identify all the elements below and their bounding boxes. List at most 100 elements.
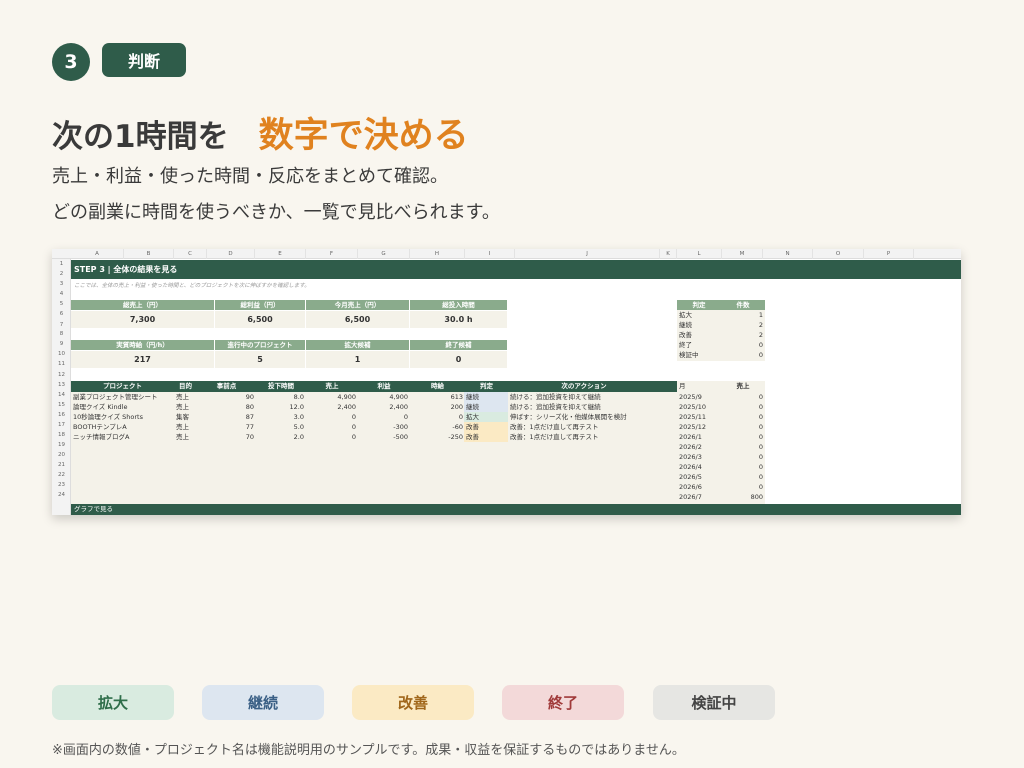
row-number-5[interactable]: 5 [52,301,71,307]
kpi-bottom-value-0: 217 [71,351,214,368]
column-header-A[interactable]: A [71,249,124,259]
project-hours: 2.0 [293,433,304,441]
row-number-18[interactable]: 18 [52,432,71,438]
judge-label: 検証中 [679,351,699,359]
column-header-row: ABCDEFGHIJKLMNOP [52,249,961,259]
project-hours: 3.0 [293,413,304,421]
column-header-H[interactable]: H [410,249,465,259]
row-number-17[interactable]: 17 [52,422,71,428]
project-judge: 改善 [464,422,508,432]
column-header-F[interactable]: F [306,249,358,259]
column-header-P[interactable]: P [864,249,914,259]
legend-0: 拡大 [52,685,174,720]
project-profit: -300 [393,423,408,431]
column-header-O[interactable]: O [813,249,864,259]
monthly-month: 2026/6 [679,483,702,491]
project-sales: 4,900 [337,393,356,401]
judge-header-count: 件数 [721,300,765,310]
kpi-bottom-label-1: 進行中のプロジェクト [215,340,305,350]
project-hours: 8.0 [293,393,304,401]
sheet-title: STEP 3 | 全体の結果を見る [74,265,178,274]
monthly-month: 2026/5 [679,473,702,481]
kpi-bottom-value-2: 1 [306,351,409,368]
project-next-action: 続ける：追加投資を抑えて継続 [510,403,601,411]
row-number-10[interactable]: 10 [52,351,71,357]
row-number-23[interactable]: 23 [52,482,71,488]
table-header-1: 目的 [179,382,192,390]
row-number-2[interactable]: 2 [52,271,71,277]
chart-link[interactable]: グラフで見る [74,504,113,515]
project-sales: 0 [351,413,356,421]
column-header-N[interactable]: N [763,249,813,259]
legend-3: 終了 [502,685,624,720]
project-hourly: 0 [458,413,463,421]
kpi-top-label-0: 総売上（円） [71,300,214,310]
judge-count: 1 [758,311,763,319]
monthly-month: 2026/4 [679,463,702,471]
column-header-C[interactable]: C [174,249,207,259]
monthly-sales: 0 [758,443,763,451]
row-number-8[interactable]: 8 [52,331,71,337]
monthly-month: 2026/7 [679,493,702,501]
judge-count: 0 [758,351,763,359]
project-next-action: 伸ばす：シリーズ化・他媒体展開を検討 [510,413,627,421]
kpi-bottom-value-3: 0 [410,351,507,368]
column-header-B[interactable]: B [124,249,174,259]
monthly-sales: 0 [758,453,763,461]
column-header-D[interactable]: D [207,249,255,259]
column-header-L[interactable]: L [677,249,722,259]
monthly-sales: 0 [758,403,763,411]
column-header-E[interactable]: E [255,249,306,259]
monthly-header-sales: 売上 [721,381,765,391]
step-tag: 判断 [102,43,186,77]
row-number-22[interactable]: 22 [52,472,71,478]
row-number-1[interactable]: 1 [52,261,71,267]
kpi-bottom-value-1: 5 [215,351,305,368]
column-header-G[interactable]: G [358,249,410,259]
monthly-header-month: 月 [677,381,721,391]
row-number-14[interactable]: 14 [52,392,71,398]
judge-count: 2 [758,321,763,329]
column-header-J[interactable]: J [515,249,660,259]
row-number-7[interactable]: 7 [52,322,71,328]
step-number-badge: 3 [52,43,90,81]
row-number-15[interactable]: 15 [52,402,71,408]
column-header-K[interactable]: K [660,249,677,259]
monthly-month: 2026/2 [679,443,702,451]
row-number-12[interactable]: 12 [52,372,71,378]
row-number-19[interactable]: 19 [52,442,71,448]
kpi-top-value-0: 7,300 [71,311,214,328]
project-hourly: -60 [452,423,463,431]
row-number-16[interactable]: 16 [52,412,71,418]
table-header-5: 利益 [377,382,391,390]
project-hourly: 200 [450,403,463,411]
sheet-title-bar [71,260,961,279]
table-header-8: 次のアクション [561,382,607,390]
row-number-9[interactable]: 9 [52,341,71,347]
row-number-4[interactable]: 4 [52,291,71,297]
project-name: BOOTHテンプレA [73,423,127,431]
project-next-action: 続ける：追加投資を抑えて継続 [510,393,601,401]
column-header-M[interactable]: M [722,249,763,259]
table-header-0: プロジェクト [103,382,142,390]
row-number-3[interactable]: 3 [52,281,71,287]
sheet-footer-bar[interactable] [71,504,961,515]
row-number-6[interactable]: 6 [52,311,71,317]
row-number-20[interactable]: 20 [52,452,71,458]
monthly-sales: 0 [758,483,763,491]
row-number-13[interactable]: 13 [52,382,71,388]
kpi-bottom-label-2: 拡大候補 [306,340,409,350]
monthly-sales: 0 [758,423,763,431]
row-number-24[interactable]: 24 [52,492,71,498]
row-number-11[interactable]: 11 [52,361,71,367]
kpi-top-value-1: 6,500 [215,311,305,328]
column-header-I[interactable]: I [465,249,515,259]
row-number-21[interactable]: 21 [52,462,71,468]
project-name: ニッチ情報ブログA [73,433,130,441]
monthly-sales: 0 [758,473,763,481]
disclaimer: ※画面内の数値・プロジェクト名は機能説明用のサンプルです。成果・収益を保証するも… [52,743,685,758]
judge-label: 拡大 [679,311,692,319]
kpi-top-value-2: 6,500 [306,311,409,328]
project-name: 10秒論理クイズ Shorts [73,413,143,421]
sheet-note: ここでは、全体の売上・利益・使った時間と、どのプロジェクトを次に伸ばすかを確認し… [74,283,310,289]
